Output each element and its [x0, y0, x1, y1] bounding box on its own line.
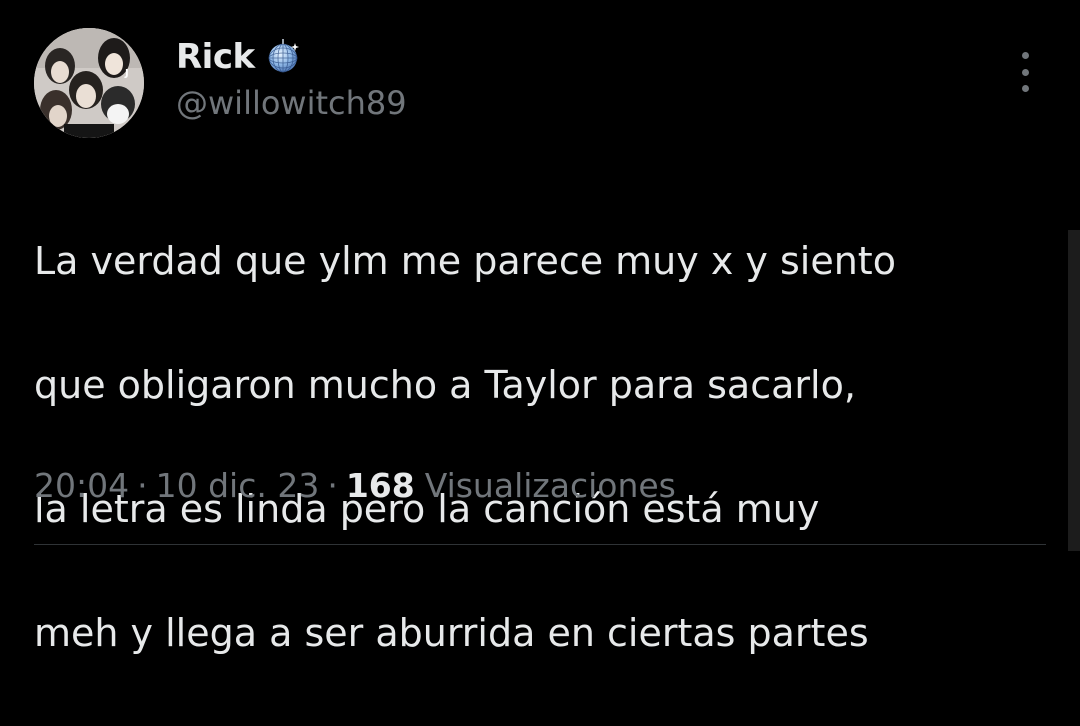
views-count[interactable]: 168: [346, 466, 415, 505]
meta-separator: ·: [137, 466, 148, 505]
more-dot: [1021, 52, 1029, 59]
author-display-name[interactable]: Rick: [176, 37, 255, 77]
tweet-text: La verdad que ylm me parece muy x y sien…: [34, 168, 1054, 726]
tweet-date[interactable]: 10 dic. 23: [156, 466, 320, 505]
mirror-ball-icon: [265, 39, 301, 75]
views-label[interactable]: Visualizaciones: [425, 466, 676, 505]
more-dot: [1021, 68, 1029, 76]
tweet-text-line: La verdad que ylm me parece muy x y sien…: [34, 239, 896, 283]
divider: [34, 544, 1046, 545]
more-vertical-icon[interactable]: [1012, 52, 1038, 92]
meta-separator: ·: [327, 466, 338, 505]
tweet-card: J Rick @willowitch89 La verdad que ylm m…: [0, 0, 1080, 655]
scrollbar[interactable]: [1068, 230, 1080, 551]
tweet-time[interactable]: 20:04: [34, 466, 129, 505]
avatar[interactable]: J: [34, 28, 144, 138]
tweet-meta: 20:04 · 10 dic. 23 · 168 Visualizaciones: [34, 466, 676, 505]
more-dot: [1021, 85, 1029, 92]
tweet-text-line: que obligaron mucho a Taylor para sacarl…: [34, 363, 856, 407]
svg-text:J: J: [124, 68, 129, 79]
tweet-text-line: meh y llega a ser aburrida en ciertas pa…: [34, 611, 869, 655]
author-name-row: Rick: [176, 34, 301, 80]
author-handle[interactable]: @willowitch89: [176, 84, 407, 122]
